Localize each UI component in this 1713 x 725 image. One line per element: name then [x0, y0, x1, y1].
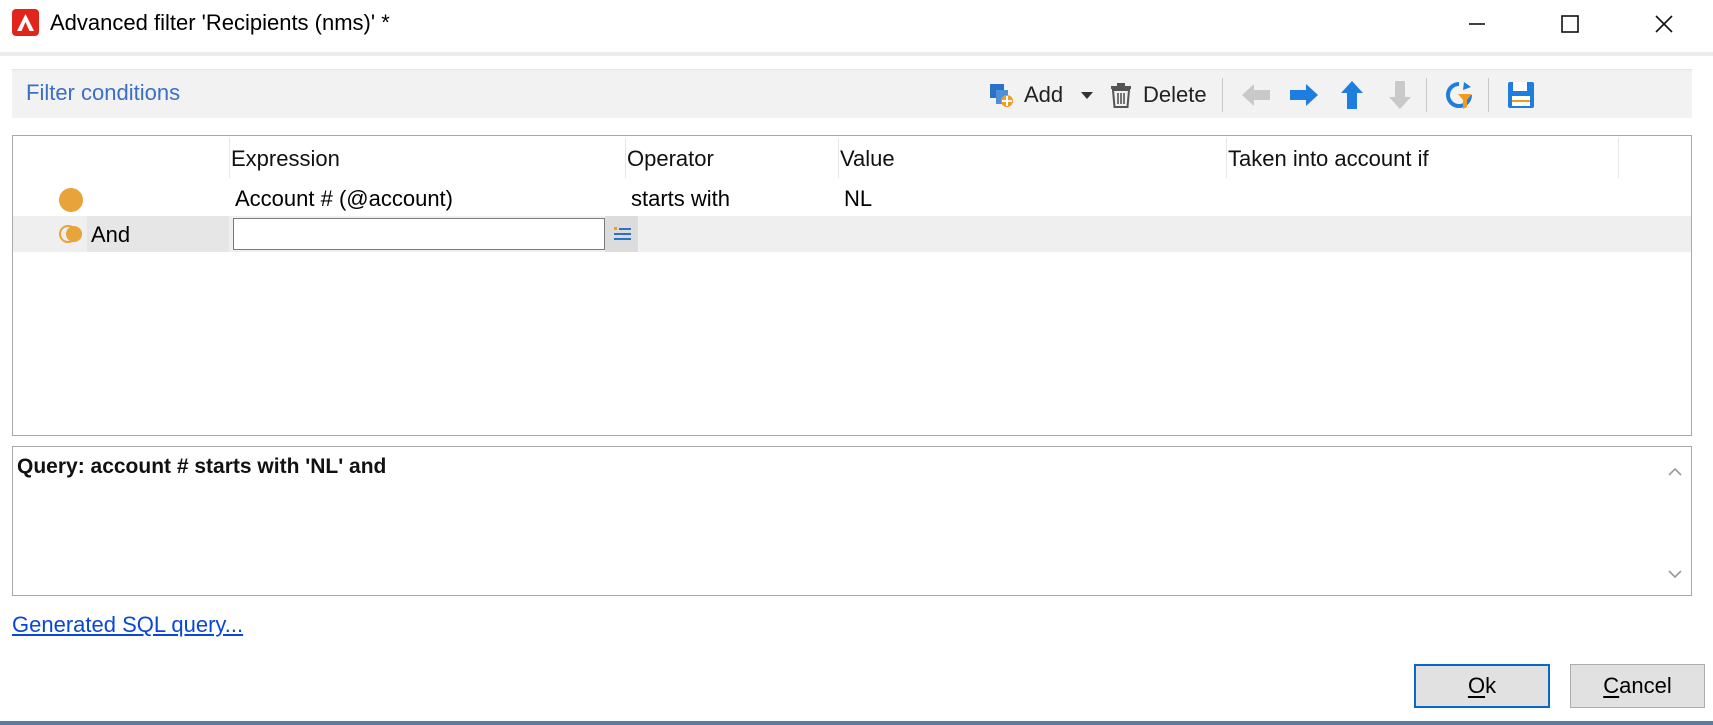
- ok-button[interactable]: Ok: [1414, 664, 1550, 708]
- move-right-button[interactable]: [1288, 70, 1320, 119]
- column-operator[interactable]: Operator: [627, 146, 714, 172]
- close-button[interactable]: [1634, 0, 1694, 48]
- condition-dot-icon: [59, 188, 83, 212]
- arrow-right-icon: [1290, 83, 1318, 106]
- column-divider: [1226, 138, 1227, 178]
- ok-label-rest: k: [1485, 673, 1497, 698]
- add-dropdown-button[interactable]: [1079, 70, 1095, 119]
- toolbar-divider: [1488, 78, 1489, 112]
- operator-cell[interactable]: starts with: [631, 186, 730, 212]
- query-preview: Query: account # starts with 'NL' and: [12, 446, 1692, 596]
- toolbar-divider: [1222, 78, 1223, 112]
- refresh-funnel-icon: [1446, 81, 1472, 109]
- expression-editor-icon: [613, 227, 631, 240]
- arrow-up-icon: [1341, 80, 1363, 109]
- column-divider: [229, 138, 230, 178]
- minimize-button[interactable]: [1447, 0, 1507, 48]
- column-value[interactable]: Value: [840, 146, 895, 172]
- scroll-up-button[interactable]: [1667, 457, 1683, 483]
- filter-toolbar: Filter conditions Add Delete: [12, 69, 1692, 118]
- cancel-button[interactable]: Cancel: [1570, 664, 1705, 708]
- window-title: Advanced filter 'Recipients (nms)' *: [50, 10, 390, 35]
- cancel-label-rest: ancel: [1619, 673, 1672, 698]
- move-up-button[interactable]: [1338, 70, 1366, 119]
- section-title: Filter conditions: [26, 80, 181, 105]
- column-divider: [838, 138, 839, 178]
- expression-input[interactable]: [233, 218, 605, 250]
- column-divider: [1618, 138, 1619, 178]
- chevron-down-icon: [1668, 570, 1682, 579]
- expression-editor-button[interactable]: [605, 216, 638, 252]
- maximize-icon: [1561, 15, 1579, 33]
- title-separator: [0, 52, 1713, 56]
- arrow-down-icon: [1389, 80, 1411, 109]
- condition-row[interactable]: Account # (@account) starts with NL: [13, 180, 1691, 216]
- generated-sql-link[interactable]: Generated SQL query...: [12, 612, 243, 638]
- move-left-button[interactable]: [1240, 70, 1272, 119]
- cancel-mnemonic: C: [1603, 673, 1620, 698]
- scroll-down-button[interactable]: [1667, 559, 1683, 585]
- chevron-down-icon: [1081, 91, 1093, 99]
- arrow-left-icon: [1242, 83, 1270, 106]
- ok-mnemonic: O: [1467, 673, 1486, 698]
- delete-label: Delete: [1143, 81, 1207, 107]
- refresh-filter-button[interactable]: [1444, 70, 1474, 119]
- add-condition-icon: [990, 83, 1013, 107]
- minimize-icon: [1469, 23, 1485, 25]
- toolbar-divider: [1426, 78, 1427, 112]
- logic-label: And: [91, 222, 131, 247]
- delete-button[interactable]: Delete: [1108, 70, 1207, 119]
- close-icon: [1655, 15, 1673, 33]
- maximize-button[interactable]: [1540, 0, 1600, 48]
- add-button[interactable]: Add: [987, 70, 1063, 119]
- condition-row-editing[interactable]: And: [13, 216, 1691, 252]
- expression-cell[interactable]: Account # (@account): [235, 186, 453, 212]
- and-operator-icon: [59, 225, 82, 243]
- title-bar: Advanced filter 'Recipients (nms)' *: [0, 0, 1713, 48]
- trash-icon: [1111, 82, 1131, 108]
- column-taken-into-account[interactable]: Taken into account if: [1228, 146, 1429, 172]
- save-icon: [1508, 81, 1534, 108]
- save-button[interactable]: [1506, 70, 1536, 119]
- column-divider: [625, 138, 626, 178]
- window-bottom-edge: [0, 721, 1713, 725]
- chevron-up-icon: [1668, 467, 1682, 476]
- grid-header: Expression Operator Value Taken into acc…: [13, 136, 1691, 180]
- column-expression[interactable]: Expression: [231, 146, 340, 172]
- app-logo-icon: [12, 9, 39, 36]
- conditions-grid: Expression Operator Value Taken into acc…: [12, 135, 1692, 436]
- value-cell[interactable]: NL: [844, 186, 872, 212]
- move-down-button[interactable]: [1386, 70, 1414, 119]
- query-text: Query: account # starts with 'NL' and: [17, 455, 387, 478]
- add-label: Add: [1024, 81, 1064, 107]
